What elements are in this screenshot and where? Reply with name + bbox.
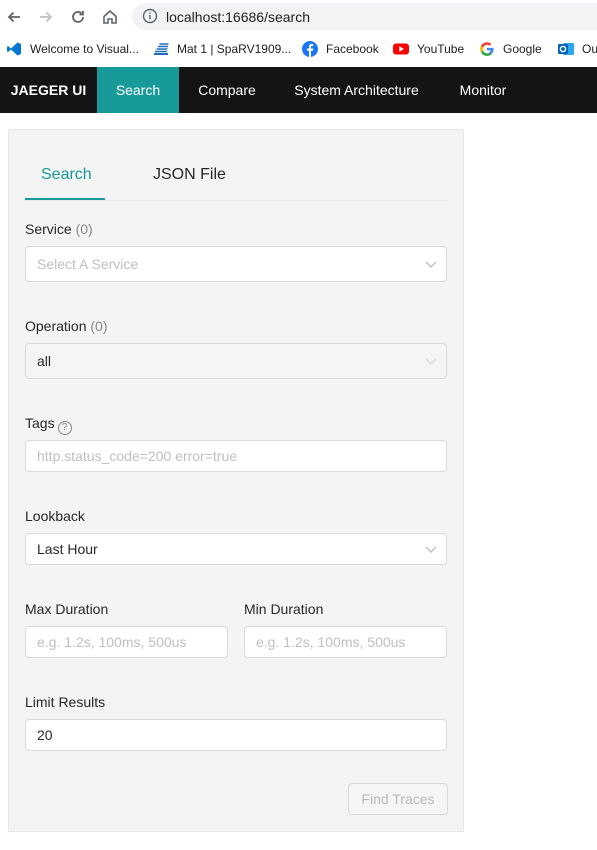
nav-compare[interactable]: Compare	[179, 67, 275, 113]
nav-monitor[interactable]: Monitor	[438, 67, 528, 113]
reload-button[interactable]	[66, 5, 90, 29]
limit-results-label: Limit Results	[25, 694, 106, 710]
bookmark-label: YouTube	[417, 42, 465, 56]
home-button[interactable]	[98, 5, 122, 29]
find-traces-button[interactable]: Find Traces	[348, 783, 448, 815]
operation-label: Operation (0)	[25, 318, 108, 334]
search-form-panel: Search JSON File Service (0) Select A Se…	[8, 129, 464, 832]
outlook-icon	[558, 41, 574, 57]
top-navigation: JAEGER UI Search Compare System Architec…	[0, 67, 597, 113]
brand-logo[interactable]: JAEGER UI	[0, 67, 97, 113]
bookmark-label: Mat 1 | SpaRV1909...	[177, 42, 292, 56]
reload-icon	[72, 11, 84, 23]
bookmark-vscode[interactable]: Welcome to Visual...	[6, 39, 139, 59]
forward-button[interactable]	[34, 5, 58, 29]
max-duration-placeholder: e.g. 1.2s, 100ms, 500us	[37, 634, 187, 650]
service-select[interactable]: Select A Service	[25, 246, 447, 282]
bookmark-label: Facebook	[326, 42, 379, 56]
url-text: localhost:16686/search	[166, 9, 310, 25]
lookback-value: Last Hour	[37, 541, 98, 557]
chevron-down-icon	[425, 261, 437, 268]
min-duration-placeholder: e.g. 1.2s, 100ms, 500us	[256, 634, 406, 650]
arrow-right-icon	[40, 11, 53, 23]
tab-search[interactable]: Search	[41, 166, 92, 184]
bookmark-facebook[interactable]: Facebook	[302, 39, 379, 59]
vscode-icon	[6, 41, 22, 57]
bookmark-google[interactable]: Google	[479, 39, 542, 59]
tags-label: Tags?	[25, 415, 72, 435]
bookmark-youtube[interactable]: YouTube	[393, 39, 464, 59]
browser-toolbar: localhost:16686/search	[0, 0, 597, 34]
bookmark-outlook[interactable]: Ou	[558, 39, 597, 59]
tabs-divider	[25, 200, 447, 201]
active-tab-indicator	[25, 198, 105, 200]
tags-placeholder: http.status_code=200 error=true	[37, 448, 238, 464]
nav-system-architecture[interactable]: System Architecture	[275, 67, 438, 113]
address-bar[interactable]: localhost:16686/search	[132, 3, 597, 30]
youtube-icon	[393, 41, 409, 57]
question-icon[interactable]: ?	[57, 421, 72, 435]
limit-results-input[interactable]: 20	[25, 719, 447, 751]
bookmark-label: Ou	[582, 42, 597, 56]
service-placeholder: Select A Service	[37, 256, 139, 272]
min-duration-label: Min Duration	[244, 601, 324, 617]
info-icon[interactable]	[142, 8, 158, 29]
stack-icon	[153, 41, 169, 57]
chevron-down-icon	[425, 546, 437, 553]
chevron-down-icon	[425, 358, 437, 365]
tags-input[interactable]: http.status_code=200 error=true	[25, 440, 447, 472]
limit-results-value: 20	[37, 727, 53, 743]
max-duration-label: Max Duration	[25, 601, 109, 617]
arrow-left-icon	[7, 11, 20, 23]
home-icon	[103, 9, 117, 24]
operation-value: all	[37, 353, 52, 369]
lookback-select[interactable]: Last Hour	[25, 533, 447, 565]
nav-search[interactable]: Search	[97, 67, 179, 113]
lookback-label: Lookback	[25, 508, 85, 524]
bookmarks-bar: Welcome to Visual... Mat 1 | SpaRV1909..…	[0, 34, 597, 64]
bookmark-label: Welcome to Visual...	[30, 42, 139, 56]
bookmark-label: Google	[503, 42, 542, 56]
service-label: Service (0)	[25, 221, 93, 237]
tab-json-file[interactable]: JSON File	[153, 166, 226, 184]
back-button[interactable]	[2, 5, 26, 29]
bookmark-mat1[interactable]: Mat 1 | SpaRV1909...	[153, 39, 291, 59]
max-duration-input[interactable]: e.g. 1.2s, 100ms, 500us	[25, 626, 228, 658]
google-icon	[479, 41, 495, 57]
operation-select[interactable]: all	[25, 343, 447, 379]
facebook-icon	[302, 41, 318, 57]
min-duration-input[interactable]: e.g. 1.2s, 100ms, 500us	[244, 626, 447, 658]
